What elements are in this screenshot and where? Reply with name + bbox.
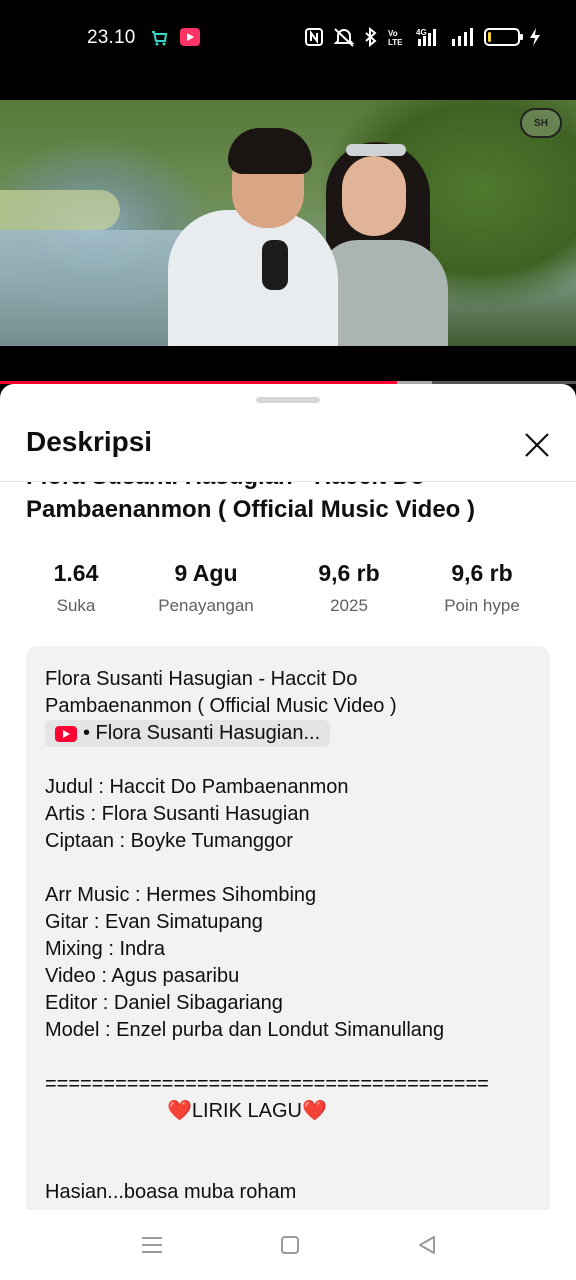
video-frame[interactable]: SH bbox=[0, 100, 576, 346]
video-man-hair bbox=[228, 128, 312, 174]
description-line: Artis : Flora Susanti Hasugian bbox=[45, 803, 310, 825]
description-text: Flora Susanti Hasugian - Haccit Do Pamba… bbox=[45, 666, 535, 1206]
stat-label: 2025 bbox=[330, 596, 368, 615]
description-box[interactable]: Flora Susanti Hasugian - Haccit Do Pamba… bbox=[26, 646, 550, 1210]
stat-value: 9 Agu bbox=[174, 560, 238, 586]
status-time: 23.10 bbox=[87, 27, 136, 48]
charging-icon bbox=[530, 28, 540, 46]
video-woman-head bbox=[342, 156, 406, 236]
description-line: Flora Susanti Hasugian - Haccit Do bbox=[45, 668, 358, 690]
sheet-title: Deskripsi bbox=[26, 426, 153, 457]
video-woman-headband bbox=[346, 144, 406, 156]
description-line: Ciptaan : Boyke Tumanggor bbox=[45, 830, 293, 852]
mute-icon bbox=[333, 28, 355, 47]
svg-text:4G: 4G bbox=[416, 28, 427, 37]
stat-label: Penayangan bbox=[158, 596, 254, 615]
signal-icon bbox=[452, 28, 473, 46]
description-scroll-area[interactable]: Flora Susanti Hasugian - Haccit Do Pamba… bbox=[0, 482, 576, 1210]
back-button[interactable] bbox=[414, 1232, 440, 1258]
description-line: Judul : Haccit Do Pambaenanmon bbox=[45, 776, 349, 798]
lirik-heading-label: LIRIK LAGU bbox=[191, 1100, 302, 1122]
svg-text:Vo: Vo bbox=[388, 29, 398, 38]
back-icon bbox=[419, 1236, 435, 1254]
battery-icon bbox=[484, 28, 523, 46]
home-icon bbox=[281, 1236, 299, 1254]
video-title-line: Pambaenanmon ( Official Music Video ) bbox=[26, 496, 475, 523]
channel-link-chip[interactable]: • Flora Susanti Hasugian... bbox=[45, 720, 331, 747]
signal-icon: 4G bbox=[416, 28, 436, 46]
description-sheet: Deskripsi Flora Susanti Hasugian - Hacci… bbox=[0, 384, 576, 1210]
description-line: Gitar : Evan Simatupang bbox=[45, 911, 263, 933]
heart-icon: ❤️ bbox=[301, 1100, 327, 1122]
status-bar: 23.10 Vo LTE 4G bbox=[0, 0, 576, 100]
stat-views: 9,6 rb 2025 bbox=[298, 560, 400, 616]
description-line: Mixing : Indra bbox=[45, 938, 166, 960]
svg-text:LTE: LTE bbox=[388, 38, 403, 47]
video-player[interactable]: SH bbox=[0, 100, 576, 384]
close-button[interactable] bbox=[516, 424, 558, 466]
close-icon bbox=[525, 433, 549, 457]
video-title-line: Flora Susanti Hasugian - Haccit Do bbox=[26, 482, 556, 493]
youtube-notification-icon bbox=[180, 28, 200, 46]
stat-hype: 9,6 rb Poin hype bbox=[432, 560, 532, 616]
sheet-drag-handle[interactable] bbox=[256, 397, 320, 403]
stat-label: Suka bbox=[56, 596, 96, 615]
volte-icon: Vo LTE bbox=[388, 29, 403, 47]
heart-icon: ❤️ bbox=[167, 1100, 192, 1122]
description-line: Arr Music : Hermes Sihombing bbox=[45, 884, 317, 906]
video-stats: 1.64 Suka 9 Agu Penayangan 9,6 rb 2025 9… bbox=[0, 560, 576, 630]
stat-value: 1.64 bbox=[53, 560, 99, 586]
description-line: Editor : Daniel Sibagariang bbox=[45, 992, 283, 1014]
nfc-icon bbox=[305, 28, 323, 46]
youtube-icon bbox=[55, 725, 77, 742]
stat-value: 9,6 rb bbox=[451, 560, 513, 586]
stat-likes: 1.64 Suka bbox=[48, 560, 104, 616]
channel-link-label: • Flora Susanti Hasugian... bbox=[83, 722, 321, 744]
recent-apps-button[interactable] bbox=[139, 1232, 165, 1258]
video-scene-bank bbox=[0, 190, 120, 230]
shopping-bag-icon bbox=[152, 31, 168, 46]
video-title: Flora Susanti Hasugian - Haccit Do Pamba… bbox=[26, 482, 556, 526]
description-line: Video : Agus pasaribu bbox=[45, 965, 240, 987]
separator-line: ====================================== bbox=[45, 1073, 489, 1095]
menu-icon bbox=[142, 1237, 162, 1253]
lirik-heading: ❤️LIRIK LAGU❤️ bbox=[45, 1098, 535, 1125]
channel-watermark-logo: SH bbox=[520, 108, 562, 138]
video-man-sunglasses bbox=[262, 240, 288, 290]
stat-label: Poin hype bbox=[444, 596, 520, 615]
video-man-body bbox=[168, 210, 338, 346]
description-line: Pambaenanmon ( Official Music Video ) bbox=[45, 695, 397, 717]
description-line: Model : Enzel purba dan Londut Simanulla… bbox=[45, 1019, 445, 1041]
system-nav-bar bbox=[0, 1210, 576, 1280]
home-button[interactable] bbox=[277, 1232, 303, 1258]
lyric-line: Hasian...boasa muba roham bbox=[45, 1181, 297, 1203]
stat-value: 9,6 rb bbox=[318, 560, 380, 586]
stat-date: 9 Agu Penayangan bbox=[146, 560, 266, 616]
bluetooth-icon bbox=[365, 27, 377, 47]
